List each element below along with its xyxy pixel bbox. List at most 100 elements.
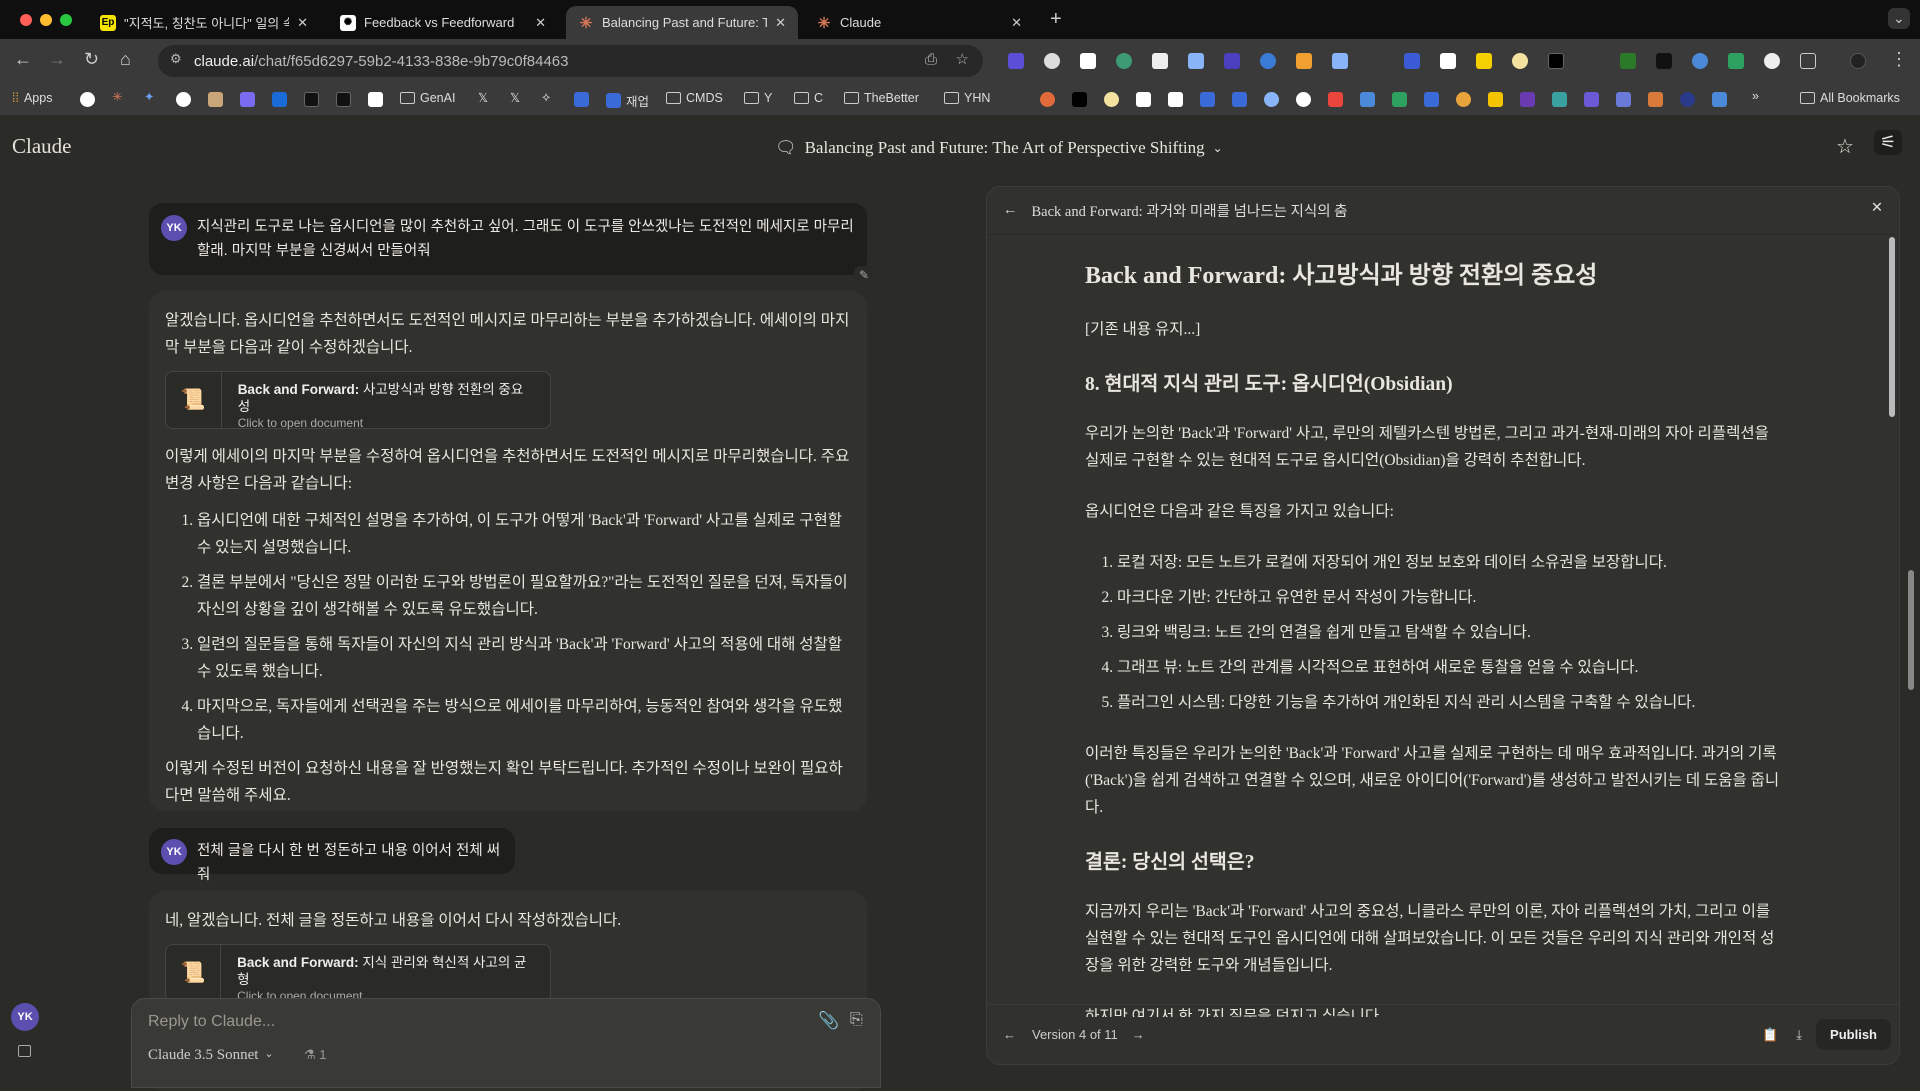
bookmark-icon[interactable] [1584, 92, 1599, 107]
bookmark-icon[interactable] [574, 92, 589, 107]
bookmark-icon[interactable] [176, 92, 191, 107]
browser-tab-active[interactable]: ✳ Balancing Past and Future: Th ✕ [566, 6, 798, 39]
copilot-icon[interactable] [240, 92, 255, 107]
previous-version-arrow-icon[interactable]: ← [1003, 1027, 1016, 1042]
bookmark-folder-yhn[interactable]: YHN [944, 91, 990, 105]
settings-sliders-icon[interactable]: ⚟ [1874, 130, 1903, 155]
all-bookmarks[interactable]: All Bookmarks [1800, 91, 1900, 105]
back-arrow-icon[interactable]: ← [14, 49, 32, 70]
bookmark-jaeup[interactable]: 재업 [606, 91, 649, 110]
bookmark-icon[interactable] [1488, 92, 1503, 107]
x-icon[interactable]: 𝕏 [510, 90, 520, 105]
artifact-card[interactable]: 📜 Back and Forward: 사고방식과 방향 전환의 중요성 Click… [165, 371, 551, 430]
page-scrollbar[interactable] [1908, 570, 1914, 690]
bookmark-icon[interactable] [1520, 92, 1535, 107]
extension-icon[interactable] [1260, 53, 1276, 69]
extension-icon[interactable] [1188, 53, 1204, 69]
bookmark-icon[interactable] [1104, 92, 1119, 107]
next-version-arrow-icon[interactable]: → [1132, 1027, 1145, 1042]
drive-icon[interactable] [1392, 92, 1407, 107]
more-menu-icon[interactable]: ⋮ [1890, 49, 1908, 70]
bookmark-icon[interactable] [1680, 92, 1695, 107]
document-scrollbar[interactable] [1889, 237, 1895, 417]
close-tab-icon[interactable]: ✕ [535, 15, 546, 31]
bookmark-icon[interactable] [1136, 92, 1151, 107]
bookmark-icon[interactable] [336, 92, 351, 107]
bookmark-icon[interactable] [1168, 92, 1183, 107]
bookmark-folder-genai[interactable]: GenAI [400, 91, 455, 105]
extension-icon[interactable] [1692, 53, 1708, 69]
reload-icon[interactable]: ↻ [84, 49, 99, 70]
extension-icon[interactable] [1332, 53, 1348, 69]
rss-icon[interactable] [1296, 53, 1312, 69]
extensions-puzzle-icon[interactable] [1800, 53, 1816, 69]
camera-icon[interactable]: ⎘ [850, 1011, 863, 1029]
extension-icon[interactable] [1224, 53, 1240, 69]
bookmark-folder-y[interactable]: Y [744, 91, 772, 105]
copy-clipboard-icon[interactable]: 📋 [1762, 1027, 1778, 1043]
bookmark-icon[interactable] [304, 92, 319, 107]
calendar-icon[interactable] [1360, 92, 1375, 107]
conversation-title-button[interactable]: 🗨 Balancing Past and Future: The Art of P… [775, 138, 1223, 158]
google-icon[interactable] [1296, 92, 1311, 107]
bookmark-icon[interactable] [1648, 92, 1663, 107]
bookmark-folder-thebetter[interactable]: TheBetter [844, 91, 919, 105]
gemini-icon[interactable]: ✦ [144, 89, 154, 104]
bookmark-icon[interactable] [1552, 92, 1567, 107]
bookmark-icon[interactable] [272, 92, 287, 107]
extension-icon[interactable] [1044, 53, 1060, 69]
browser-tab[interactable]: ✳ Claude ✕ [804, 6, 1034, 39]
home-icon[interactable]: ⌂ [120, 49, 131, 70]
bookmark-icon[interactable]: ⟡ [542, 90, 550, 105]
edit-pencil-icon[interactable]: ✎ [854, 266, 875, 284]
tab-list-chevron-icon[interactable]: ⌄ [1888, 8, 1910, 29]
claude-icon[interactable]: ✳ [112, 89, 122, 104]
bookmark-icon[interactable] [1040, 92, 1055, 107]
new-tab-button[interactable]: + [1050, 8, 1062, 31]
bookmark-icon[interactable] [368, 92, 383, 107]
bookmark-icon[interactable] [1264, 92, 1279, 107]
bookmark-icon[interactable] [1072, 92, 1087, 107]
star-icon[interactable]: ☆ [1836, 134, 1854, 159]
download-icon[interactable]: ⤓ [1796, 1027, 1802, 1043]
extension-icon[interactable] [1008, 53, 1024, 69]
extension-icon[interactable] [1080, 53, 1096, 69]
forward-arrow-icon[interactable]: → [48, 49, 66, 70]
bookmark-icon[interactable] [1712, 92, 1727, 107]
extension-icon[interactable] [1764, 53, 1780, 69]
project-knowledge-badge[interactable]: ⚗ 1 [296, 1047, 335, 1063]
notion-icon[interactable] [1152, 53, 1168, 69]
extension-icon[interactable] [1404, 53, 1420, 69]
dropbox-icon[interactable] [1424, 92, 1439, 107]
extension-icon[interactable] [1548, 53, 1564, 69]
extension-icon[interactable] [1440, 53, 1456, 69]
bookmark-icon[interactable] [1456, 92, 1471, 107]
install-app-icon[interactable]: ⎙ [925, 51, 937, 68]
browser-tab[interactable]: Ep "지적도, 칭찬도 아니다" 일의 속도 ✕ [88, 6, 320, 39]
url-bar[interactable]: ⚙ claude.ai/chat/f65d6297-59b2-4133-838e-… [158, 45, 983, 77]
model-selector[interactable]: Claude 3.5 Sonnet ⌄ [148, 1047, 274, 1064]
bookmark-star-icon[interactable]: ☆ [956, 50, 969, 68]
minimize-window-button[interactable] [40, 14, 52, 26]
sidebar-toggle-icon[interactable] [18, 1045, 31, 1057]
extension-icon[interactable] [1512, 53, 1528, 69]
close-tab-icon[interactable]: ✕ [1011, 15, 1022, 31]
claude-logo[interactable]: Claude [12, 134, 71, 159]
sidebar-user-avatar[interactable]: YK [11, 1003, 39, 1031]
reply-input[interactable]: Reply to Claude... [148, 1013, 275, 1031]
bookmark-icon[interactable] [80, 92, 95, 107]
gmail-icon[interactable] [1328, 92, 1343, 107]
profile-avatar[interactable] [1850, 53, 1866, 69]
x-icon[interactable]: 𝕏 [478, 90, 488, 105]
bookmark-icon[interactable] [1616, 92, 1631, 107]
bookmark-folder-c[interactable]: C [794, 91, 823, 105]
back-arrow-icon[interactable]: ← [1003, 202, 1018, 219]
browser-tab[interactable]: ✺ Feedback vs Feedforward ✕ [328, 6, 558, 39]
extension-icon[interactable] [1728, 53, 1744, 69]
bookmark-apps[interactable]: ⁞⁞ Apps [12, 91, 52, 105]
maximize-window-button[interactable] [60, 14, 72, 26]
more-bookmarks-chevron-icon[interactable]: » [1752, 89, 1759, 103]
close-tab-icon[interactable]: ✕ [775, 15, 786, 31]
attach-paperclip-icon[interactable]: 📎 [818, 1011, 839, 1031]
bookmark-icon[interactable] [1232, 92, 1247, 107]
